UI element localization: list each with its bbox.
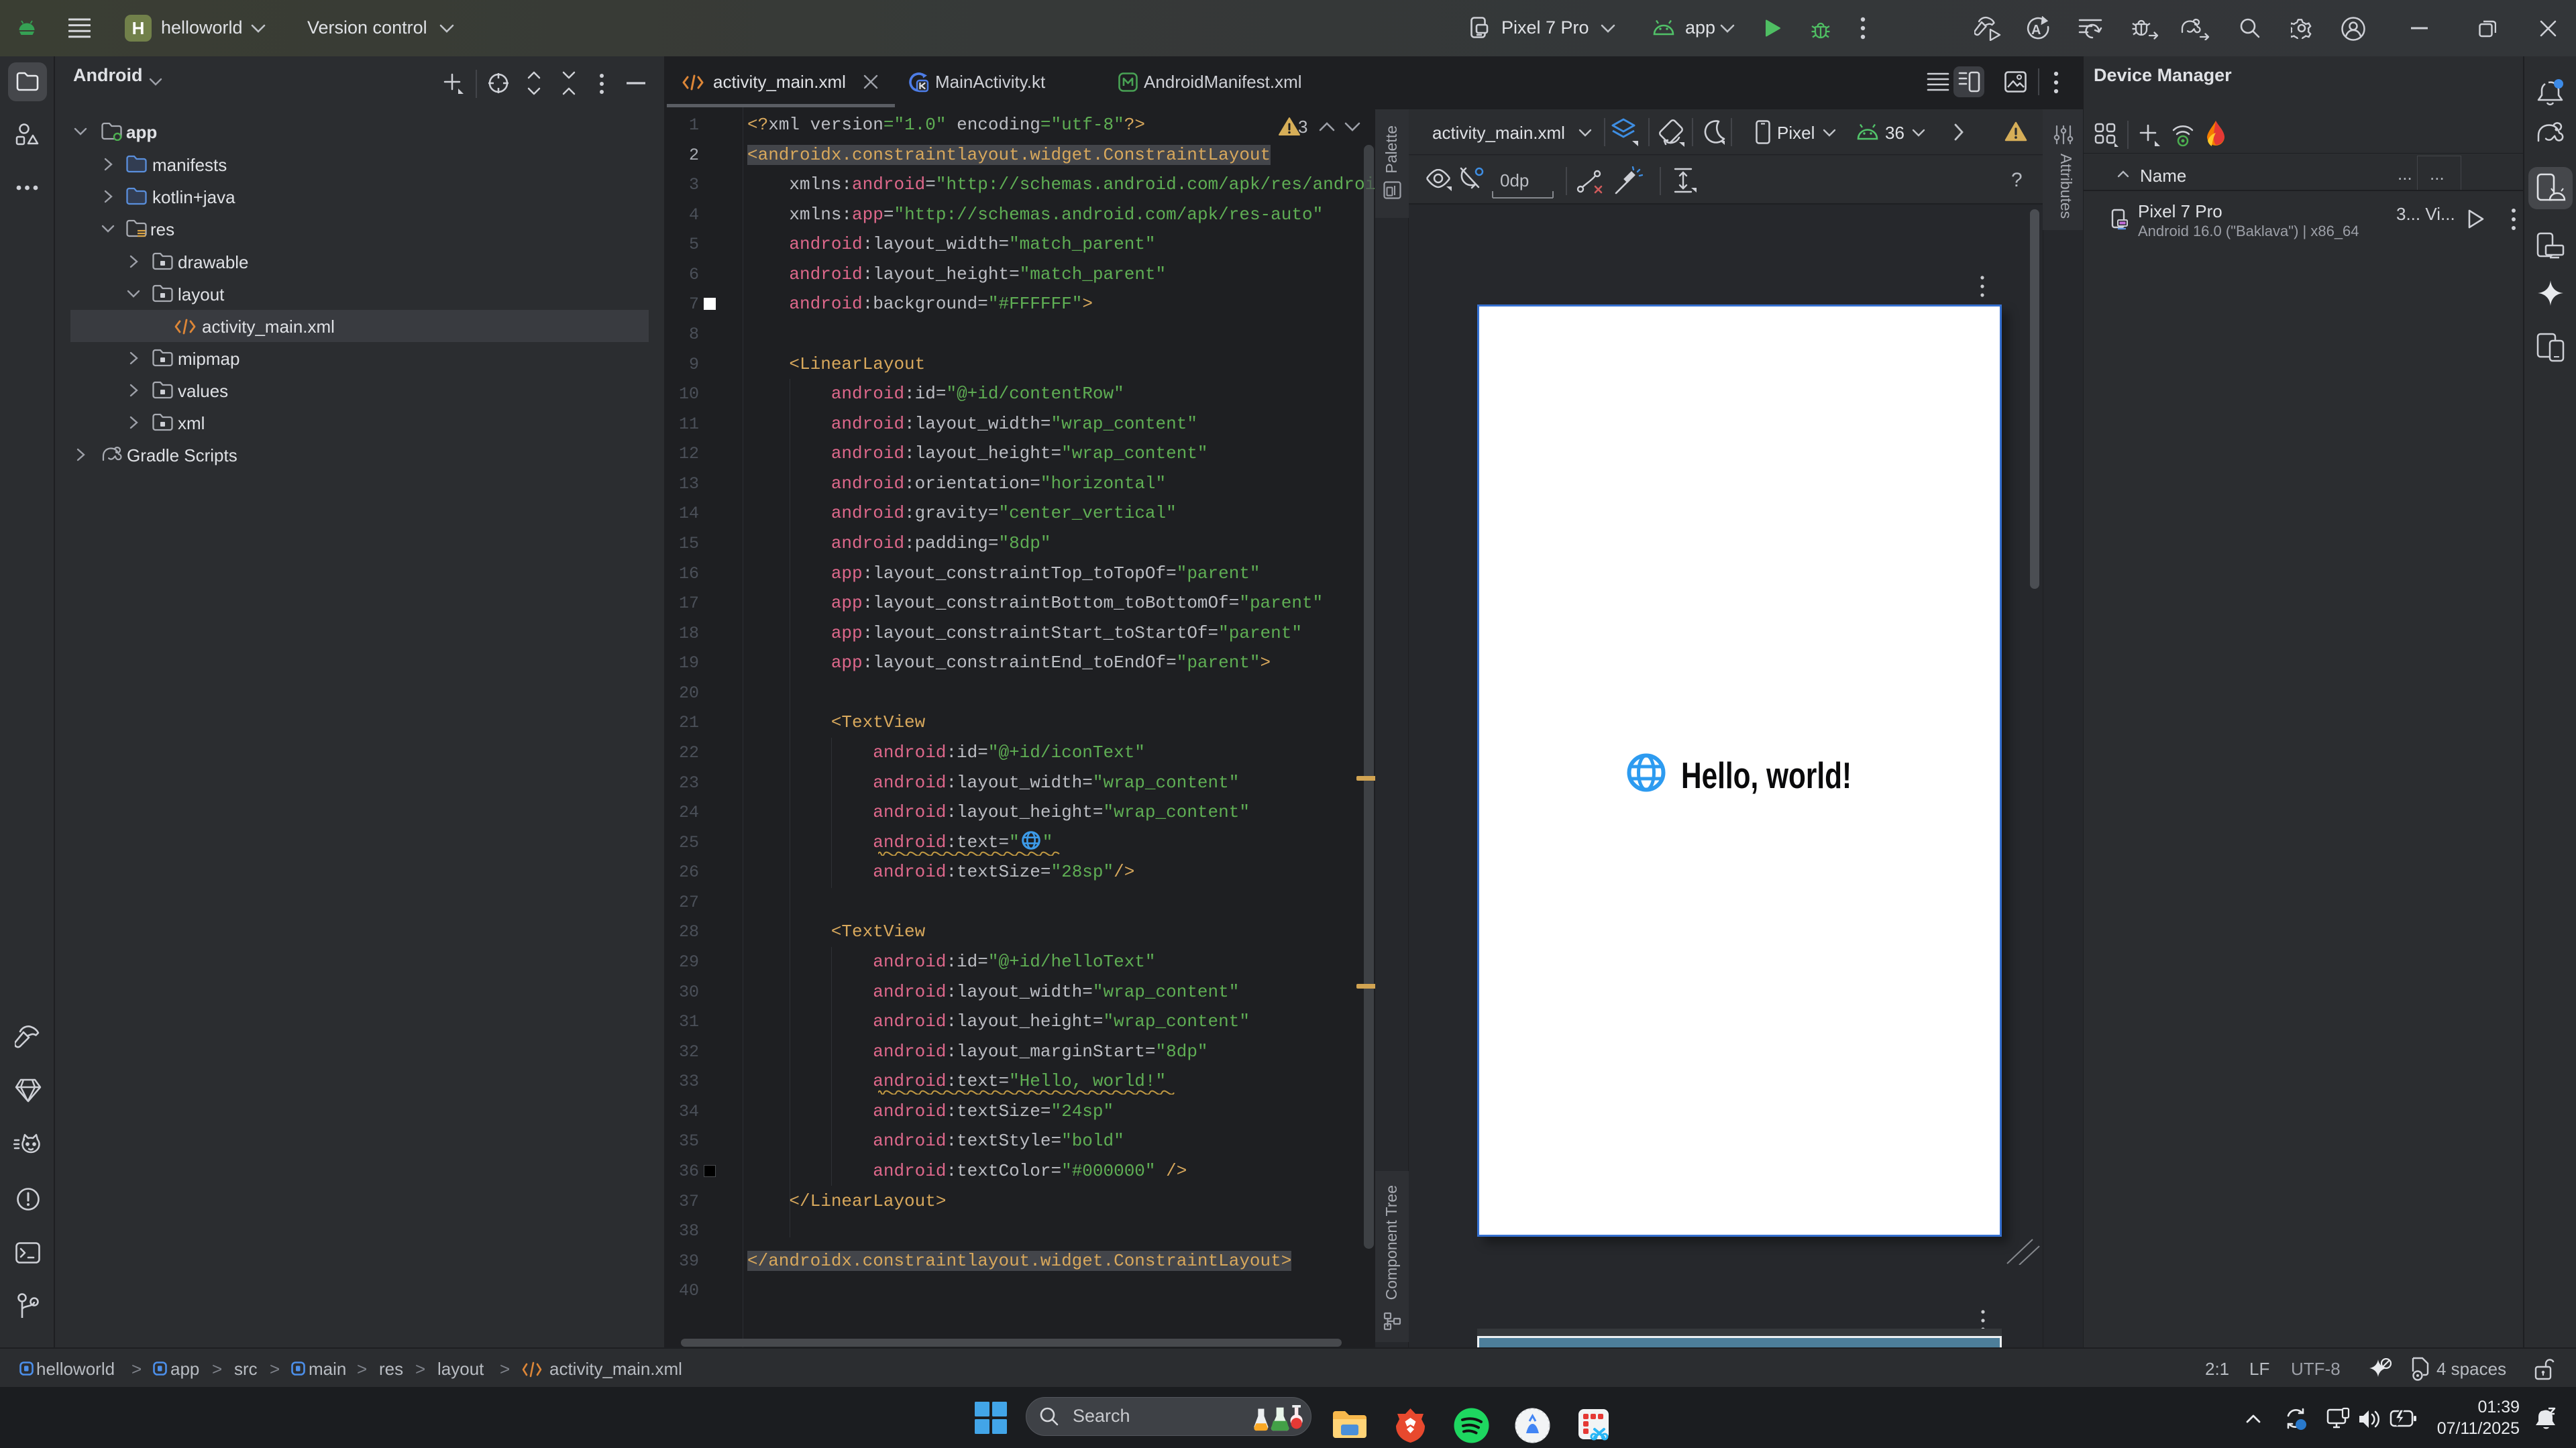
svg-text:A: A bbox=[2031, 23, 2041, 38]
